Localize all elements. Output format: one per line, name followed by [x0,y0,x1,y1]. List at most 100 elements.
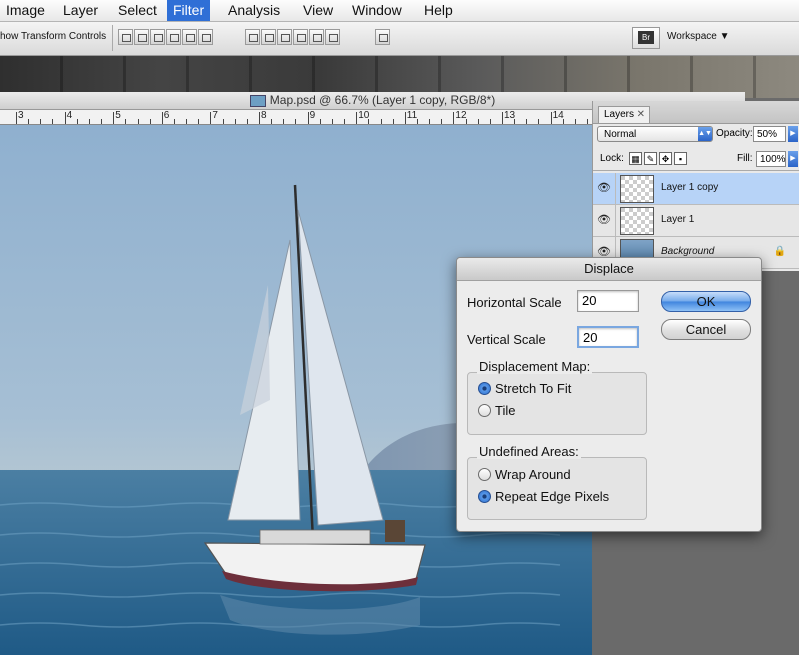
distribute-left-icon[interactable] [293,29,308,45]
layer-row[interactable]: 👁 Layer 1 copy [593,173,799,205]
horizontal-scale-input[interactable] [577,290,639,312]
repeat-edge-pixels-label[interactable]: Repeat Edge Pixels [495,489,609,504]
workspace-menu[interactable]: Workspace ▼ [667,28,749,46]
fill-slider-arrow-icon[interactable]: ▶ [788,151,798,167]
ruler-minor-tick [344,119,346,124]
menu-window[interactable]: Window [346,0,408,21]
menu-help[interactable]: Help [418,0,459,21]
align-vcenter-icon[interactable] [134,29,149,45]
distribute-vcenter-icon[interactable] [261,29,276,45]
chevron-updown-icon: ▲▼ [698,127,712,141]
horizontal-ruler[interactable]: 3 4 5 6 7 8 9 10 11 12 13 14 [0,110,592,125]
eye-icon[interactable]: 👁 [593,173,616,204]
align-right-icon[interactable] [198,29,213,45]
eye-icon[interactable]: 👁 [593,205,616,236]
layer-name: Layer 1 [661,214,695,225]
document-title: Map.psd @ 66.7% (Layer 1 copy, RGB/8*) [269,93,496,107]
ruler-minor-tick [465,119,467,124]
menu-bar: Image Layer Select Filter Analysis View … [0,0,799,22]
lock-transparent-icon[interactable]: ▦ [629,152,642,165]
ruler-major-tick [550,112,552,124]
blend-mode-value: Normal [604,129,637,140]
lock-row: Lock: ▦ ✎ ✥ ▪ Fill: 100% ▶ [593,148,799,171]
tab-layers[interactable]: Layers ✕ [598,106,650,123]
distribute-top-icon[interactable] [245,29,260,45]
tile-label[interactable]: Tile [495,403,515,418]
wrap-around-label[interactable]: Wrap Around [495,467,571,482]
displace-dialog: Displace Horizontal Scale Vertical Scale… [456,257,762,532]
bridge-button[interactable]: Br [632,27,660,49]
ruler-minor-tick [101,119,103,124]
lock-icon: 🔒 [773,246,786,257]
cancel-button[interactable]: Cancel [661,319,751,340]
opacity-slider-arrow-icon[interactable]: ▶ [788,126,798,142]
align-buttons [118,29,213,47]
layers-tab-row: Layers ✕ [593,101,799,124]
layer-row[interactable]: 👁 Layer 1 [593,205,799,237]
repeat-edge-pixels-radio[interactable] [478,490,491,503]
undefined-areas-label: Undefined Areas: [477,444,581,459]
align-bottom-icon[interactable] [150,29,165,45]
blend-mode-select[interactable]: Normal ▲▼ [597,126,713,142]
lock-position-icon[interactable]: ✥ [659,152,672,165]
ok-button[interactable]: OK [661,291,751,312]
ruler-major-tick [453,112,455,124]
align-top-icon[interactable] [118,29,133,45]
menu-image[interactable]: Image [0,0,51,21]
opacity-label: Opacity: [716,128,753,139]
vertical-scale-label: Vertical Scale [467,332,546,347]
distribute-buttons [245,29,340,47]
show-transform-controls-label[interactable]: how Transform Controls [0,31,106,42]
ruler-minor-tick [574,119,576,124]
ruler-number: 6 [163,110,170,121]
align-hcenter-icon[interactable] [182,29,197,45]
ruler-minor-tick [380,119,382,124]
ruler-minor-tick [295,119,297,124]
ruler-minor-tick [76,119,78,124]
menu-layer[interactable]: Layer [57,0,104,21]
menu-analysis[interactable]: Analysis [222,0,286,21]
ruler-major-tick [356,112,358,124]
stretch-to-fit-radio[interactable] [478,382,491,395]
distribute-hcenter-icon[interactable] [309,29,324,45]
separator [112,25,113,51]
ruler-major-tick [210,112,212,124]
menu-view[interactable]: View [297,0,339,21]
opacity-input[interactable]: 50% [753,126,786,142]
menu-select[interactable]: Select [112,0,163,21]
layers-panel: Layers ✕ Normal ▲▼ Opacity: 50% ▶ Lock: ▦ … [592,101,799,271]
ruler-minor-tick [88,119,90,124]
ruler-minor-tick [562,119,564,124]
wrap-around-radio[interactable] [478,468,491,481]
layer-name: Background [661,246,715,257]
lock-all-icon[interactable]: ▪ [674,152,687,165]
distribute-bottom-icon[interactable] [277,29,292,45]
ruler-minor-tick [319,119,321,124]
auto-align-icon[interactable] [375,29,390,45]
bridge-icon: Br [638,31,654,44]
distribute-right-icon[interactable] [325,29,340,45]
stretch-to-fit-label[interactable]: Stretch To Fit [495,381,571,396]
ruler-major-tick [113,112,115,124]
fill-input[interactable]: 100% [756,151,786,167]
align-left-icon[interactable] [166,29,181,45]
ruler-minor-tick [392,119,394,124]
ruler-number: 8 [261,110,267,121]
layer-thumbnail [620,207,654,235]
ruler-minor-tick [368,119,370,124]
tile-radio[interactable] [478,404,491,417]
horizontal-scale-label: Horizontal Scale [467,295,562,310]
dialog-title[interactable]: Displace [457,258,761,281]
ruler-minor-tick [186,119,188,124]
menu-filter[interactable]: Filter [167,0,211,21]
vertical-scale-input[interactable] [577,326,639,348]
lock-image-icon[interactable]: ✎ [644,152,657,165]
ruler-minor-tick [246,119,248,124]
ruler-minor-tick [489,119,491,124]
close-icon[interactable]: ✕ [637,107,645,123]
ruler-major-tick [161,112,163,124]
ruler-number: 4 [66,110,73,121]
ruler-minor-tick [283,119,285,124]
ruler-minor-tick [587,119,589,124]
ruler-major-tick [404,112,406,124]
